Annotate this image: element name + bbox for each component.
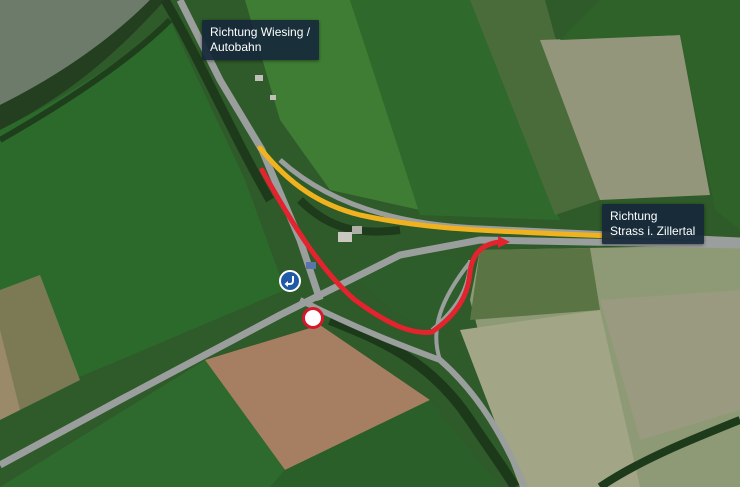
red-route-arrowhead [498,236,510,248]
red-route [259,167,503,335]
label-strass-line2: Strass i. Zillertal [610,224,696,238]
no-vehicles-sign-icon [302,307,324,329]
label-richtung-strass: Richtung Strass i. Zillertal [602,204,705,244]
aerial-map: Richtung Wiesing / Autobahn Richtung Str… [0,0,740,487]
yellow-route [257,145,615,239]
label-wiesing-line2: Autobahn [210,40,262,54]
label-wiesing-line1: Richtung Wiesing / [210,25,311,39]
blue-mandatory-turn-arrow-icon [279,270,301,292]
label-strass-line1: Richtung [610,209,658,223]
label-richtung-wiesing: Richtung Wiesing / Autobahn [202,20,320,60]
